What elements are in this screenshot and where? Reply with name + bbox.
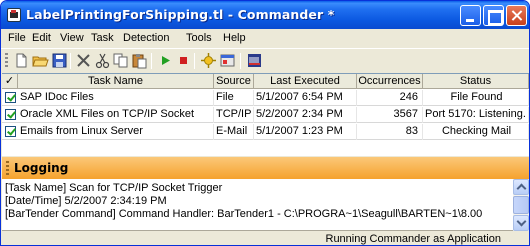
menu-detection[interactable]: Detection [123, 32, 169, 44]
task-name-cell: Emails from Linux Server [18, 124, 214, 140]
log-line: [Task Name] Scan for TCP/IP Socket Trigg… [5, 182, 223, 194]
occurrences-cell: 3567 [357, 107, 423, 123]
column-header-source[interactable]: Source [214, 74, 254, 89]
column-header-occurrences[interactable]: Occurrences [357, 74, 423, 89]
start-icon[interactable] [157, 52, 174, 69]
task-enabled-checkbox[interactable] [5, 126, 16, 137]
paste-icon[interactable] [131, 52, 148, 69]
menu-help[interactable]: Help [223, 32, 246, 44]
status-text: Running Commander as Application [325, 233, 502, 245]
scroll-up-button[interactable] [513, 179, 529, 195]
open-icon[interactable] [32, 52, 49, 69]
log-line: [BarTender Command] Command Handler: Bar… [5, 208, 483, 220]
toolbar-separator [240, 53, 241, 69]
task-name-cell: Oracle XML Files on TCP/IP Socket [18, 107, 214, 123]
cut-icon[interactable] [94, 52, 111, 69]
properties-icon[interactable] [219, 52, 236, 69]
column-header-task-name[interactable]: Task Name [18, 74, 214, 89]
copy-icon[interactable] [112, 52, 129, 69]
menu-file[interactable]: File [8, 32, 26, 44]
table-row[interactable]: Emails from Linux Server E-Mail 5/1/2007… [2, 124, 529, 140]
commander-window: LabelPrintingForShipping.tl - Commander … [0, 0, 530, 246]
status-bar: Running Commander as Application [2, 232, 529, 245]
toolbar-separator [70, 53, 71, 69]
status-cell: Checking Mail [423, 124, 529, 140]
task-name-cell: SAP IDoc Files [18, 90, 214, 106]
column-header-check[interactable]: ✓ [2, 74, 18, 89]
log-scrollbar[interactable] [513, 179, 529, 231]
close-button[interactable] [506, 5, 527, 26]
toolbar [1, 48, 529, 72]
menu-tools[interactable]: Tools [186, 32, 212, 44]
minimize-button[interactable] [460, 5, 481, 26]
save-icon[interactable] [51, 52, 68, 69]
logging-output[interactable]: [Task Name] Scan for TCP/IP Socket Trigg… [2, 179, 529, 231]
toolbar-separator [151, 53, 152, 69]
last-executed-cell: 5/1/2007 1:23 PM [254, 124, 357, 140]
occurrences-cell: 83 [357, 124, 423, 140]
column-header-status[interactable]: Status [423, 74, 529, 89]
panel-grip[interactable] [6, 161, 9, 175]
status-cell: File Found [423, 90, 529, 106]
logging-title: Logging [14, 161, 69, 175]
window-title: LabelPrintingForShipping.tl - Commander … [26, 7, 335, 22]
table-row[interactable]: SAP IDoc Files File 5/1/2007 6:54 PM 246… [2, 90, 529, 106]
options-icon[interactable] [200, 52, 217, 69]
toolbar-separator [194, 53, 195, 69]
task-enabled-checkbox[interactable] [5, 92, 16, 103]
log-line: [Date/Time] 5/2/2007 2:34:19 PM [5, 195, 167, 207]
status-cell: Port 5170: Listening. [423, 107, 529, 123]
delete-icon[interactable] [75, 52, 92, 69]
task-list: ✓ Task Name Source Last Executed Occurre… [2, 73, 529, 156]
new-icon[interactable] [13, 52, 30, 69]
menu-view[interactable]: View [60, 32, 84, 44]
last-executed-cell: 5/1/2007 6:54 PM [254, 90, 357, 106]
menu-task[interactable]: Task [91, 32, 114, 44]
stop-icon[interactable] [175, 52, 192, 69]
task-enabled-checkbox[interactable] [5, 109, 16, 120]
app-icon[interactable] [7, 8, 21, 22]
menu-bar: File Edit View Task Detection Tools Help [1, 29, 529, 48]
scroll-down-button[interactable] [513, 215, 529, 231]
source-cell: TCP/IP [214, 107, 254, 123]
occurrences-cell: 246 [357, 90, 423, 106]
logging-panel-header[interactable]: Logging [2, 157, 529, 179]
table-row[interactable]: Oracle XML Files on TCP/IP Socket TCP/IP… [2, 107, 529, 123]
menu-edit[interactable]: Edit [32, 32, 51, 44]
column-header-last-executed[interactable]: Last Executed [254, 74, 357, 89]
source-cell: File [214, 90, 254, 106]
source-cell: E-Mail [214, 124, 254, 140]
last-executed-cell: 5/2/2007 2:34 PM [254, 107, 357, 123]
title-bar[interactable]: LabelPrintingForShipping.tl - Commander … [1, 1, 529, 29]
bartender-icon[interactable] [246, 52, 263, 69]
toolbar-grip[interactable] [5, 53, 8, 68]
scroll-thumb[interactable] [513, 196, 529, 214]
maximize-button[interactable] [483, 5, 504, 26]
